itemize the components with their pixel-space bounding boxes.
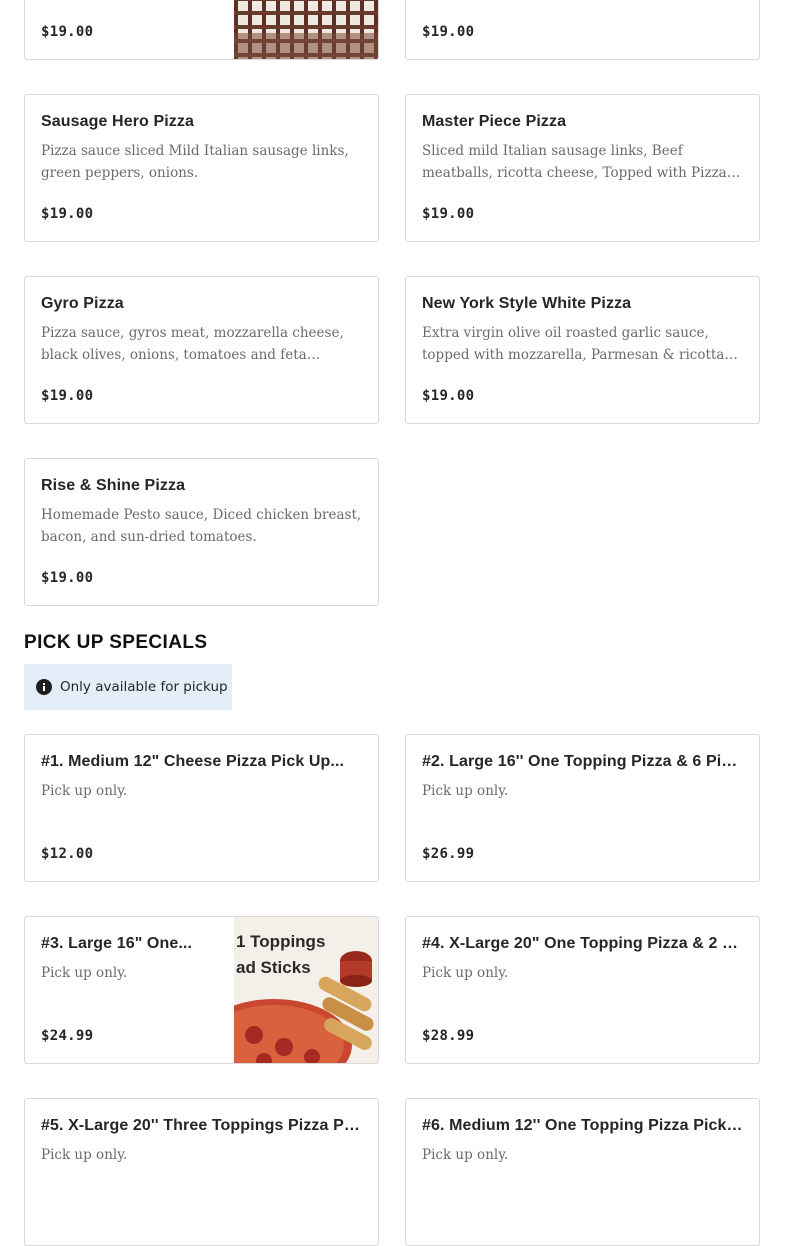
item-price: $19.00 [41,206,94,222]
item-name: #2. Large 16'' One Topping Pizza & 6 Pie… [422,753,743,770]
card-content: $19.00 [422,0,743,59]
menu-item-card[interactable]: Master Piece Pizza Sliced mild Italian s… [405,94,760,242]
item-description: Pizza sauce sliced Mild Italian sausage … [41,143,349,181]
svg-text:1 Toppings: 1 Toppings [236,932,325,951]
card-content: Rise & Shine Pizza Homemade Pesto sauce,… [41,459,362,605]
item-price: $19.00 [422,24,475,40]
item-name: #6. Medium 12'' One Topping Pizza Pick U… [422,1117,743,1134]
item-image [234,0,378,59]
item-name: Rise & Shine Pizza [41,477,186,494]
card-content: $19.00 [41,0,218,59]
pizza-photo-icon [234,0,378,59]
item-name: #4. X-Large 20" One Topping Pizza & 2 Li… [422,935,743,952]
menu-item-card[interactable]: #5. X-Large 20'' Three Toppings Pizza Pi… [24,1098,379,1246]
menu-item-card[interactable]: #4. X-Large 20" One Topping Pizza & 2 Li… [405,916,760,1064]
pickup-notice: Only available for pickup [24,664,232,710]
item-description: Pick up only. [422,1147,509,1163]
item-name: Master Piece Pizza [422,113,567,130]
item-name: New York Style White Pizza [422,295,632,312]
item-description: Homemade Pesto sauce, Diced chicken brea… [41,507,362,545]
item-price: $19.00 [41,388,94,404]
card-content: Master Piece Pizza Sliced mild Italian s… [422,95,743,241]
item-description: Pick up only. [41,783,128,799]
section-title: PICK UP SPECIALS [24,632,208,653]
menu-item-card[interactable]: #3. Large 16" One... Pick up only. $24.9… [24,916,379,1064]
item-description: Extra virgin olive oil roasted garlic sa… [422,325,725,363]
item-description: Sliced mild Italian sausage links, Beef … [422,143,727,181]
item-description: Pick up only. [41,1147,128,1163]
item-price: $19.00 [41,570,94,586]
item-image: 1 Toppings ad Sticks [234,917,378,1063]
item-price: $19.00 [422,206,475,222]
menu-item-card[interactable]: #2. Large 16'' One Topping Pizza & 6 Pie… [405,734,760,882]
item-name: #5. X-Large 20'' Three Toppings Pizza Pi… [41,1117,362,1134]
item-name: Gyro Pizza [41,295,124,312]
card-content: #4. X-Large 20" One Topping Pizza & 2 Li… [422,917,743,1063]
item-name: #3. Large 16" One... [41,935,192,952]
menu-item-card[interactable]: Sausage Hero Pizza Pizza sauce sliced Mi… [24,94,379,242]
item-price: $19.00 [41,24,94,40]
item-description: Pick up only. [422,965,509,981]
item-price: $12.00 [41,846,94,862]
item-price: $28.99 [422,1028,475,1044]
card-content: #1. Medium 12" Cheese Pizza Pick Up... P… [41,735,362,881]
card-content: #2. Large 16'' One Topping Pizza & 6 Pie… [422,735,743,881]
item-name: Sausage Hero Pizza [41,113,194,130]
item-description: Pick up only. [41,965,128,981]
item-price: $26.99 [422,846,475,862]
menu-item-card[interactable]: $19.00 [405,0,760,60]
item-price: $19.00 [422,388,475,404]
menu-item-card[interactable]: $19.00 [24,0,379,60]
card-content: New York Style White Pizza Extra virgin … [422,277,743,423]
card-content: Sausage Hero Pizza Pizza sauce sliced Mi… [41,95,362,241]
item-name: #1. Medium 12" Cheese Pizza Pick Up... [41,753,345,770]
menu-item-card[interactable]: New York Style White Pizza Extra virgin … [405,276,760,424]
item-price: $24.99 [41,1028,94,1044]
card-content: #3. Large 16" One... Pick up only. $24.9… [41,917,218,1063]
info-icon [36,679,52,695]
item-description: Pick up only. [422,783,509,799]
notice-text: Only available for pickup [60,679,228,695]
menu-item-card[interactable]: #6. Medium 12'' One Topping Pizza Pick U… [405,1098,760,1246]
menu-item-card[interactable]: Gyro Pizza Pizza sauce, gyros meat, mozz… [24,276,379,424]
pizza-breadsticks-photo-icon: 1 Toppings ad Sticks [234,917,378,1063]
card-content: #6. Medium 12'' One Topping Pizza Pick U… [422,1099,743,1245]
item-description: Pizza sauce, gyros meat, mozzarella chee… [41,325,344,363]
menu-item-card[interactable]: Rise & Shine Pizza Homemade Pesto sauce,… [24,458,379,606]
card-content: #5. X-Large 20'' Three Toppings Pizza Pi… [41,1099,362,1245]
menu-item-card[interactable]: #1. Medium 12" Cheese Pizza Pick Up... P… [24,734,379,882]
card-content: Gyro Pizza Pizza sauce, gyros meat, mozz… [41,277,362,423]
svg-text:ad Sticks: ad Sticks [236,958,311,977]
